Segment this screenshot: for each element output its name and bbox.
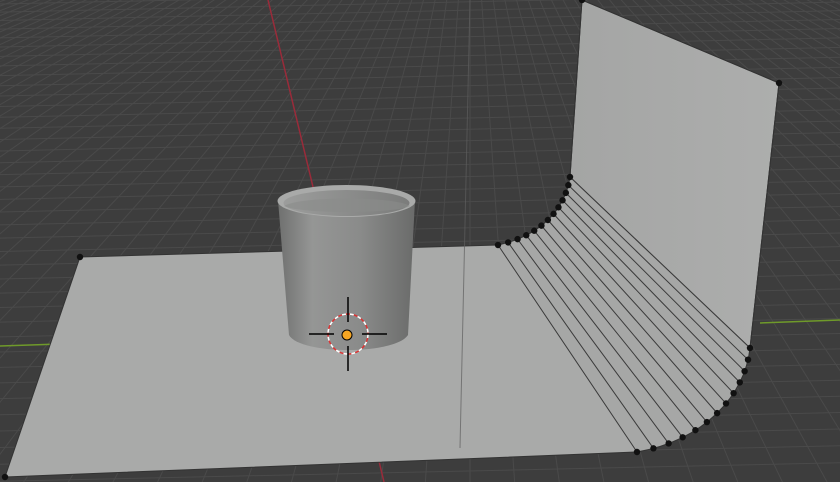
mesh-vertex[interactable] — [703, 418, 711, 426]
mesh-vertex[interactable] — [544, 216, 552, 224]
3d-viewport[interactable] — [0, 0, 840, 482]
mesh-vertex[interactable] — [665, 440, 672, 447]
viewport-scene[interactable] — [0, 0, 840, 482]
mesh-vertex[interactable] — [514, 235, 521, 243]
mesh-vertex[interactable] — [565, 181, 572, 189]
mesh-vertex[interactable] — [679, 434, 686, 441]
mesh-vertex[interactable] — [562, 189, 570, 197]
mesh-vertex[interactable] — [494, 241, 502, 249]
mesh-vertex[interactable] — [504, 239, 512, 246]
object-origin-dot[interactable] — [341, 329, 353, 341]
mesh-vertex[interactable] — [746, 344, 754, 352]
mesh-vertex[interactable] — [559, 197, 566, 204]
mesh-vertex[interactable] — [730, 389, 737, 397]
mesh-vertex[interactable] — [692, 426, 699, 434]
mesh-vertex[interactable] — [523, 232, 530, 239]
mesh-vertex[interactable] — [775, 79, 783, 87]
mesh-vertex[interactable] — [76, 253, 84, 261]
mesh-vertex[interactable] — [550, 210, 557, 218]
mesh-vertex[interactable] — [741, 367, 748, 375]
mesh-vertex[interactable] — [566, 173, 574, 181]
cup[interactable] — [277, 185, 416, 350]
mesh-vertex[interactable] — [713, 409, 721, 417]
mesh-vertex[interactable] — [722, 400, 730, 407]
mesh-vertex[interactable] — [555, 204, 562, 211]
mesh-vertex[interactable] — [531, 227, 538, 234]
mesh-vertex[interactable] — [650, 445, 657, 452]
mesh-vertex[interactable] — [736, 379, 743, 386]
cup-body[interactable] — [278, 200, 415, 350]
mesh-vertex[interactable] — [538, 222, 545, 229]
mesh-vertex[interactable] — [744, 356, 752, 363]
mesh-vertex[interactable] — [633, 448, 641, 456]
mesh-vertex[interactable] — [1, 473, 9, 481]
